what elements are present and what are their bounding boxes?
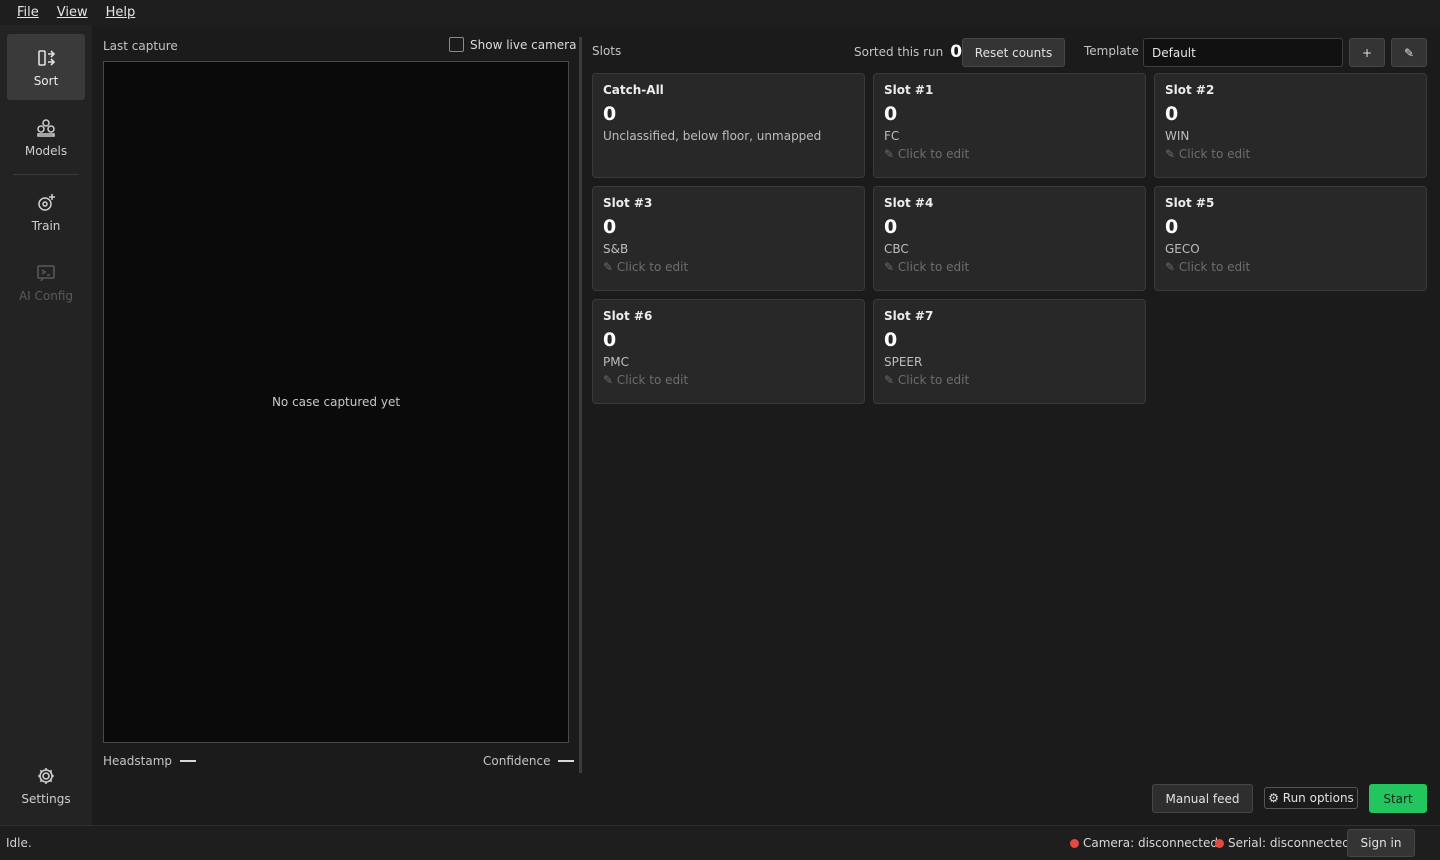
slot-count: 0 (603, 103, 617, 125)
slot-edit-hint[interactable]: ✎ Click to edit (1165, 260, 1416, 274)
train-icon (38, 193, 55, 211)
slot-name: Slot #2 (1165, 83, 1215, 97)
reset-counts-button[interactable]: Reset counts (962, 38, 1065, 67)
sidebar-item-train[interactable]: Train (7, 179, 85, 245)
template-label: Template (1084, 44, 1139, 58)
camera-status-dot (1070, 838, 1079, 848)
sidebar-item-settings[interactable]: Settings (7, 752, 85, 818)
sidebar-divider (13, 174, 79, 175)
confidence-readout: Confidence (483, 754, 575, 768)
slot-edit-hint[interactable]: ✎ Click to edit (603, 260, 854, 274)
sidebar-item-label: Settings (21, 791, 71, 806)
status-bar: Idle. Camera: disconnected Serial: disco… (0, 825, 1440, 860)
headstamp-label: Headstamp (103, 754, 172, 768)
headstamp-value-empty (180, 760, 196, 762)
status-text: Idle. (6, 836, 32, 850)
slot-mapping: SPEER (884, 355, 923, 369)
menu-help[interactable]: Help (97, 5, 145, 20)
slot-count: 0 (603, 216, 617, 238)
sorted-count: 0 (950, 42, 963, 62)
slot-card-catch-all[interactable]: Catch-All 0 Unclassified, below floor, u… (592, 73, 865, 178)
slot-mapping: WIN (1165, 129, 1190, 143)
slot-card-5[interactable]: Slot #5 0 GECO ✎ Click to edit (1154, 186, 1427, 291)
panel-splitter[interactable] (579, 37, 582, 773)
sidebar-item-sort[interactable]: Sort (7, 34, 85, 100)
slot-edit-hint[interactable]: ✎ Click to edit (884, 260, 1135, 274)
show-live-camera-toggle[interactable]: Show live camera (449, 37, 576, 52)
capture-view: No case captured yet (103, 61, 569, 743)
add-template-button[interactable]: + (1349, 38, 1385, 67)
slots-title: Slots (592, 44, 622, 58)
slot-mapping: Unclassified, below floor, unmapped (603, 129, 822, 143)
slot-name: Slot #7 (884, 309, 934, 323)
slot-card-1[interactable]: Slot #1 0 FC ✎ Click to edit (873, 73, 1146, 178)
template-value: Default (1152, 45, 1196, 60)
slot-edit-hint[interactable]: ✎ Click to edit (884, 147, 1135, 161)
serial-status-dot (1215, 838, 1224, 848)
slot-card-3[interactable]: Slot #3 0 S&B ✎ Click to edit (592, 186, 865, 291)
slot-name: Slot #6 (603, 309, 653, 323)
slot-card-6[interactable]: Slot #6 0 PMC ✎ Click to edit (592, 299, 865, 404)
slot-edit-hint[interactable]: ✎ Click to edit (603, 373, 854, 387)
menu-bar: File View Help (0, 0, 1440, 25)
camera-status: Camera: disconnected (1070, 836, 1218, 850)
sign-in-button[interactable]: Sign in (1347, 829, 1415, 857)
sidebar-item-models[interactable]: Models (7, 104, 85, 170)
sort-icon (38, 49, 56, 66)
slot-name: Catch-All (603, 83, 664, 97)
camera-status-text: Camera: disconnected (1083, 836, 1218, 850)
serial-status-text: Serial: disconnected (1228, 836, 1350, 850)
menu-file[interactable]: File (8, 5, 48, 20)
headstamp-readout: Headstamp (103, 754, 196, 768)
slot-mapping: CBC (884, 242, 909, 256)
slot-count: 0 (1165, 103, 1179, 125)
menu-view[interactable]: View (48, 5, 97, 20)
confidence-value-empty (558, 760, 575, 762)
capture-title: Last capture (103, 39, 178, 53)
main-area: Last capture Show live camera No case ca… (92, 25, 1440, 825)
start-button[interactable]: Start (1369, 784, 1427, 813)
sorted-label: Sorted this run (854, 45, 944, 59)
run-options-button[interactable]: ⚙ Run options (1264, 787, 1358, 809)
slot-count: 0 (1165, 216, 1179, 238)
slot-mapping: PMC (603, 355, 629, 369)
template-select[interactable]: Default (1143, 38, 1343, 67)
sorted-counter: Sorted this run 0 (854, 42, 962, 62)
slot-count: 0 (603, 329, 617, 351)
slot-mapping: S&B (603, 242, 629, 256)
edit-template-button[interactable]: ✎ (1391, 38, 1427, 67)
sidebar-item-label: Models (24, 143, 68, 158)
sidebar: Sort Models Train AI Config Settings (0, 25, 92, 825)
models-icon (37, 118, 55, 137)
slot-edit-hint[interactable]: ✎ Click to edit (884, 373, 1135, 387)
slot-name: Slot #4 (884, 196, 934, 210)
manual-feed-button[interactable]: Manual feed (1152, 784, 1253, 813)
slot-mapping: GECO (1165, 242, 1200, 256)
slot-name: Slot #3 (603, 196, 653, 210)
show-live-camera-checkbox[interactable] (449, 37, 464, 52)
gear-icon (38, 767, 54, 784)
serial-status: Serial: disconnected (1215, 836, 1350, 850)
slot-count: 0 (884, 329, 898, 351)
slot-name: Slot #1 (884, 83, 934, 97)
ai-config-icon (37, 264, 55, 281)
sidebar-item-label: AI Config (18, 288, 74, 303)
slot-edit-hint[interactable]: ✎ Click to edit (1165, 147, 1416, 161)
slot-card-2[interactable]: Slot #2 0 WIN ✎ Click to edit (1154, 73, 1427, 178)
sidebar-item-label: Sort (33, 73, 59, 88)
slot-mapping: FC (884, 129, 900, 143)
confidence-label: Confidence (483, 754, 551, 768)
slot-card-4[interactable]: Slot #4 0 CBC ✎ Click to edit (873, 186, 1146, 291)
show-live-camera-label: Show live camera (470, 37, 577, 52)
slot-count: 0 (884, 103, 898, 125)
sidebar-item-label: Train (31, 218, 61, 233)
slot-card-7[interactable]: Slot #7 0 SPEER ✎ Click to edit (873, 299, 1146, 404)
sidebar-item-ai-config[interactable]: AI Config (7, 249, 85, 315)
capture-empty-message: No case captured yet (271, 395, 401, 409)
slot-name: Slot #5 (1165, 196, 1215, 210)
slot-count: 0 (884, 216, 898, 238)
